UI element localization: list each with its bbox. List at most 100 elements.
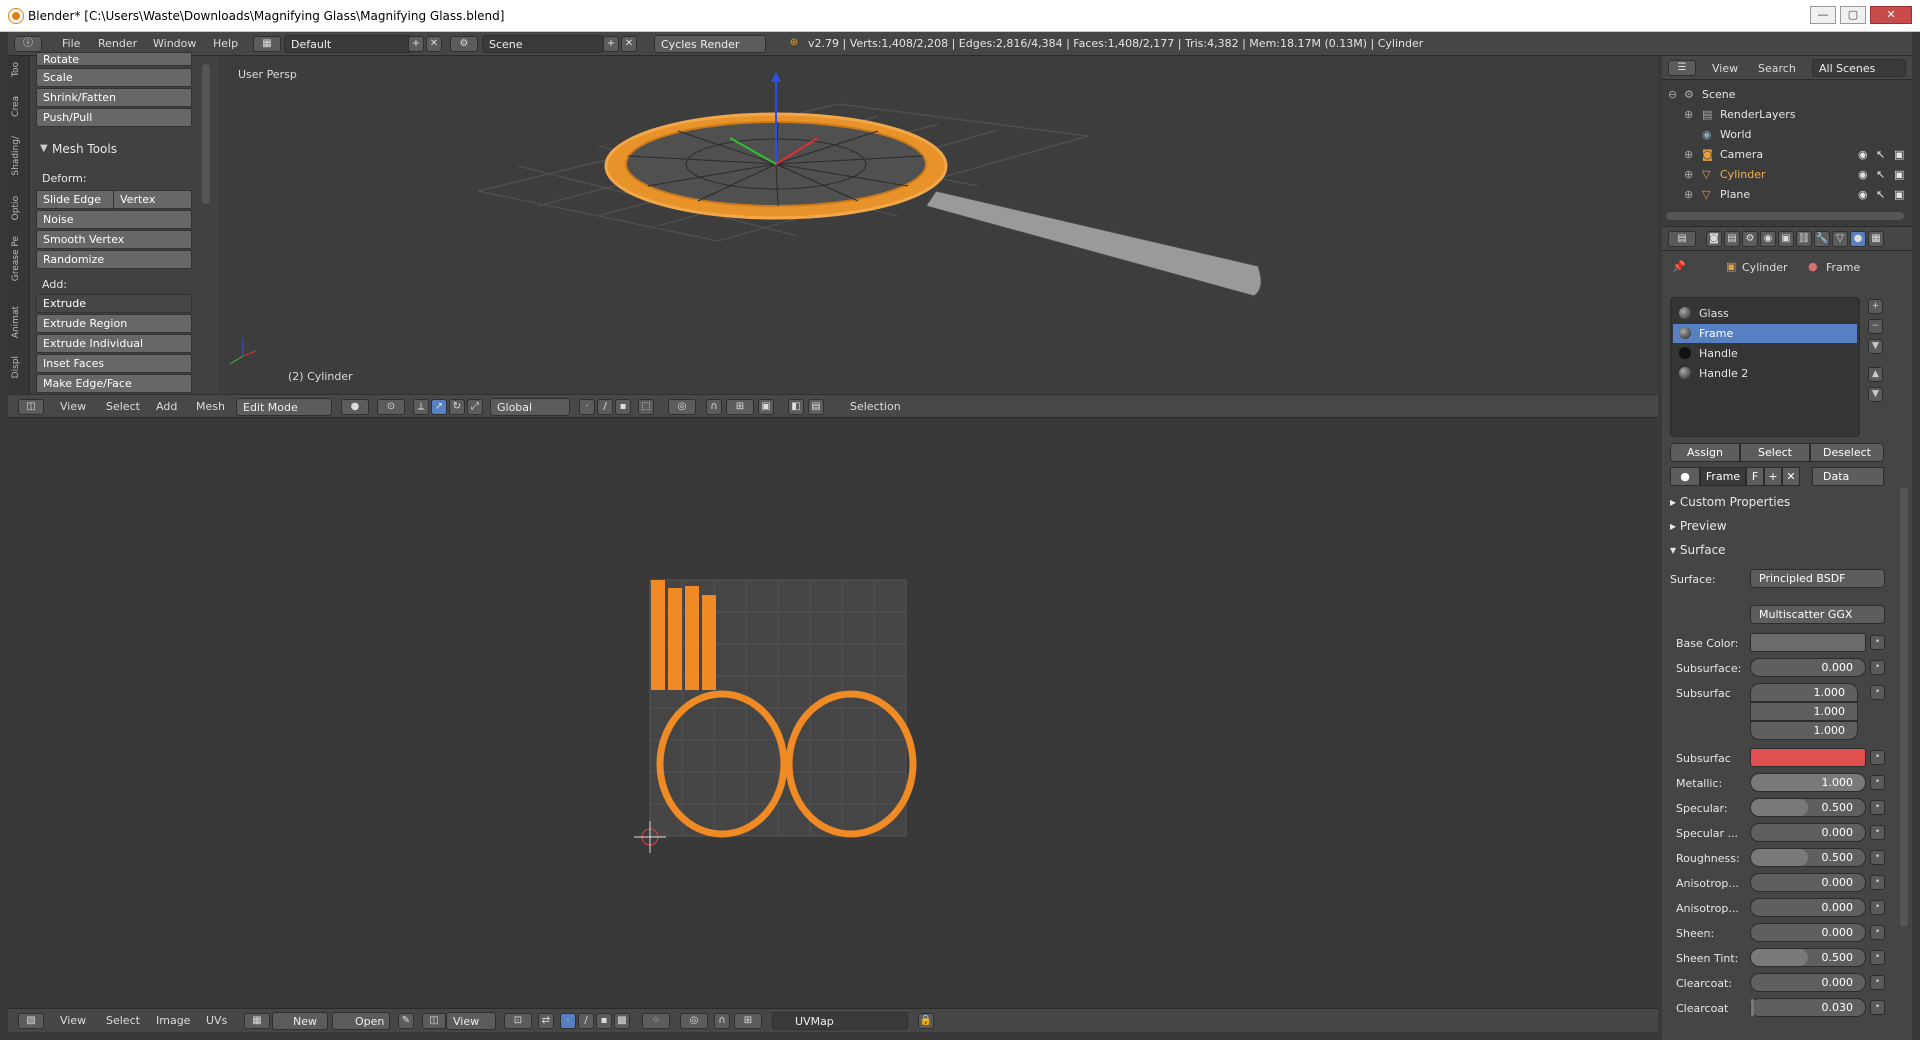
sticky-mode-icon[interactable]: ⁘: [642, 1013, 670, 1029]
param-slider[interactable]: 0.000: [1750, 923, 1866, 942]
close-button[interactable]: ✕: [1870, 6, 1912, 24]
editor-type-uv-icon[interactable]: ▧: [18, 1013, 44, 1029]
selectable-arrow-icon[interactable]: ↖: [1876, 168, 1885, 181]
param-slider[interactable]: 0.000: [1750, 973, 1866, 992]
uv-island-handle-3[interactable]: [685, 586, 699, 690]
outliner-menu-view[interactable]: View: [1712, 62, 1738, 75]
move-slot-up-icon[interactable]: ▲: [1868, 367, 1883, 382]
editor-type-outliner-icon[interactable]: ☰: [1668, 60, 1696, 76]
view-dropdown[interactable]: View: [446, 1012, 496, 1030]
push-pull-button[interactable]: Push/Pull: [36, 108, 192, 127]
tab-tools[interactable]: Too: [11, 62, 27, 77]
scale-icon[interactable]: ⤢: [467, 399, 483, 415]
edge-select-icon[interactable]: /: [597, 399, 613, 415]
renderable-camera-icon[interactable]: ▣: [1894, 148, 1904, 161]
link-dropdown[interactable]: Data: [1812, 467, 1884, 486]
scene-field[interactable]: Scene: [482, 35, 604, 53]
vertex-select-icon[interactable]: ·: [579, 399, 595, 415]
menu-select[interactable]: Select: [106, 400, 140, 413]
smooth-vertex-button[interactable]: Smooth Vertex: [36, 230, 192, 249]
uv-island-select-icon[interactable]: ▩: [614, 1013, 630, 1029]
param-slider[interactable]: 0.000: [1750, 873, 1866, 892]
subsurface-field[interactable]: 0.000: [1750, 658, 1866, 677]
uv-menu-uvs[interactable]: UVs: [206, 1014, 227, 1027]
menu-render[interactable]: Render: [98, 37, 137, 50]
param-link-icon[interactable]: •: [1870, 975, 1885, 990]
z-arrow-icon[interactable]: [771, 72, 781, 82]
remove-slot-icon[interactable]: −: [1868, 319, 1883, 334]
fake-user-button[interactable]: F: [1746, 467, 1764, 486]
outliner-item-camera[interactable]: ⊕ ◙ Camera ◉ ↖ ▣: [1662, 144, 1912, 164]
param-slider[interactable]: 0.000: [1750, 898, 1866, 917]
sync-selection-icon[interactable]: ⇄: [538, 1013, 554, 1029]
render-tab-icon[interactable]: ◙: [1706, 231, 1722, 247]
new-material-icon[interactable]: +: [1764, 467, 1782, 486]
param-slider[interactable]: 1.000: [1750, 773, 1866, 792]
param-slider[interactable]: 0.500: [1750, 848, 1866, 867]
selectable-arrow-icon[interactable]: ↖: [1876, 188, 1885, 201]
pin-icon[interactable]: 📌: [1672, 260, 1686, 273]
world-tab-icon[interactable]: ◉: [1760, 231, 1776, 247]
extrude-dropdown[interactable]: Extrude: [36, 294, 192, 313]
param-link-icon[interactable]: •: [1870, 900, 1885, 915]
uv-layout[interactable]: [8, 420, 1658, 1008]
noise-button[interactable]: Noise: [36, 210, 192, 229]
tab-display[interactable]: Displ: [11, 356, 27, 378]
editor-type-3d-icon[interactable]: ◫: [18, 399, 44, 415]
transform-orientation-dropdown[interactable]: Global: [490, 398, 570, 416]
outliner-display-dropdown[interactable]: All Scenes: [1812, 59, 1906, 77]
minimize-button[interactable]: —: [1810, 6, 1836, 24]
renderable-camera-icon[interactable]: ▣: [1894, 168, 1904, 181]
uv-vertex-select-icon[interactable]: ·: [560, 1013, 576, 1029]
assign-button[interactable]: Assign: [1670, 443, 1740, 462]
material-slot-glass[interactable]: Glass: [1673, 304, 1857, 323]
render-preview-icon[interactable]: ▣: [758, 399, 774, 415]
menu-add[interactable]: Add: [156, 400, 177, 413]
view-mode-icon[interactable]: ◫: [422, 1013, 446, 1029]
render-animation-icon[interactable]: ▤: [808, 399, 824, 415]
remove-layout-icon[interactable]: ✕: [426, 36, 442, 52]
pivot-uv-icon[interactable]: ⊡: [504, 1013, 532, 1029]
param-slider[interactable]: 0.000: [1750, 823, 1866, 842]
visibility-eye-icon[interactable]: ◉: [1858, 168, 1868, 181]
visibility-eye-icon[interactable]: ◉: [1858, 148, 1868, 161]
open-image-button[interactable]: Open: [332, 1012, 390, 1030]
param-link-icon[interactable]: •: [1870, 800, 1885, 815]
uv-edge-select-icon[interactable]: /: [578, 1013, 594, 1029]
render-layers-tab-icon[interactable]: ▤: [1724, 231, 1740, 247]
slot-specials-icon[interactable]: ▼: [1868, 339, 1883, 354]
render-engine-dropdown[interactable]: Cycles Render: [654, 35, 766, 53]
new-image-button[interactable]: New: [272, 1012, 328, 1030]
menu-window[interactable]: Window: [153, 37, 196, 50]
tab-shading[interactable]: Shading/: [11, 136, 27, 176]
uv-proportional-icon[interactable]: ◎: [680, 1013, 708, 1029]
rotate-button[interactable]: Rotate: [36, 52, 192, 66]
tool-shelf-scrollbar[interactable]: [202, 64, 210, 204]
subsurface-link-icon[interactable]: •: [1870, 660, 1885, 675]
modifiers-tab-icon[interactable]: 🔧: [1814, 231, 1830, 247]
renderable-camera-icon[interactable]: ▣: [1894, 188, 1904, 201]
editor-type-properties-icon[interactable]: ▤: [1668, 231, 1696, 247]
menu-help[interactable]: Help: [213, 37, 238, 50]
surface-shader-dropdown[interactable]: Principled BSDF: [1750, 569, 1885, 588]
deselect-button[interactable]: Deselect: [1810, 443, 1884, 462]
render-still-icon[interactable]: ◧: [788, 399, 804, 415]
data-tab-icon[interactable]: ▽: [1832, 231, 1848, 247]
unlink-material-icon[interactable]: ✕: [1782, 467, 1800, 486]
material-slot-handle-2[interactable]: Handle 2: [1673, 364, 1857, 383]
uv-island-handle-1[interactable]: [651, 580, 665, 690]
tab-grease-pencil[interactable]: Grease Pe: [11, 236, 27, 281]
base-color-swatch[interactable]: [1750, 633, 1866, 652]
pin-icon[interactable]: ✎: [398, 1013, 414, 1029]
outliner-menu-search[interactable]: Search: [1758, 62, 1796, 75]
base-color-link-icon[interactable]: •: [1870, 635, 1885, 650]
properties-scrollbar[interactable]: [1900, 487, 1908, 927]
menu-view[interactable]: View: [60, 400, 86, 413]
lock-icon[interactable]: 🔒: [918, 1013, 934, 1029]
material-browse-icon[interactable]: ●: [1670, 467, 1700, 486]
snap-element-icon[interactable]: ⊞: [726, 399, 754, 415]
add-layout-icon[interactable]: +: [408, 36, 424, 52]
param-link-icon[interactable]: •: [1870, 925, 1885, 940]
param-slider[interactable]: 0.500: [1750, 948, 1866, 967]
menu-file[interactable]: File: [62, 37, 80, 50]
